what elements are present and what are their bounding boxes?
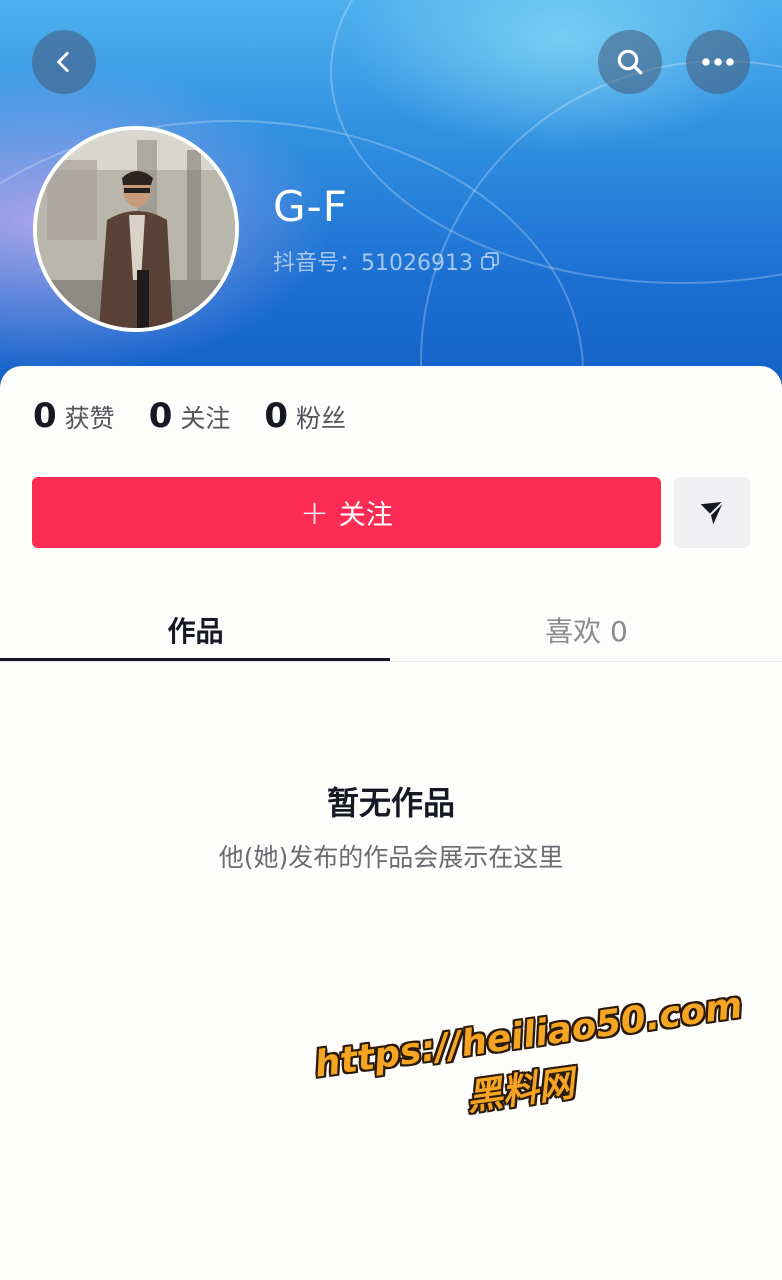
more-button[interactable] (686, 30, 750, 94)
back-button[interactable] (32, 30, 96, 94)
empty-state-subtitle: 他(她)发布的作品会展示在这里 (218, 843, 564, 872)
tab-likes[interactable]: 喜欢 0 (391, 600, 782, 660)
stat-label: 获赞 (64, 404, 115, 433)
profile-name: G-F (273, 182, 348, 231)
send-icon (700, 500, 724, 524)
tab-works[interactable]: 作品 (0, 600, 391, 660)
follow-button[interactable]: + 关注 (32, 477, 661, 548)
douyin-id-text: 抖音号：51026913 (273, 251, 473, 276)
search-icon (617, 49, 643, 75)
more-horizontal-icon (702, 58, 734, 66)
stat-value: 0 (148, 396, 173, 436)
avatar-photo (37, 130, 235, 328)
stat-value: 0 (264, 396, 289, 436)
tab-divider (0, 661, 782, 662)
profile-stats: 0 获赞 0 关注 0 粉丝 (33, 396, 346, 436)
stat-followers[interactable]: 0 粉丝 (264, 396, 346, 436)
search-button[interactable] (598, 30, 662, 94)
douyin-id: 抖音号：51026913 (273, 245, 501, 277)
stat-value: 0 (33, 396, 57, 436)
stat-likes[interactable]: 0 获赞 (33, 396, 115, 436)
chevron-left-icon (57, 51, 69, 73)
stat-label: 关注 (180, 404, 231, 433)
avatar[interactable] (33, 126, 239, 332)
empty-state-title: 暂无作品 (326, 784, 455, 822)
follow-label: 关注 (338, 500, 393, 531)
message-button[interactable] (674, 477, 750, 548)
stat-label: 粉丝 (296, 404, 347, 433)
copy-icon[interactable] (479, 250, 501, 272)
plus-icon: + (300, 492, 329, 533)
stat-following[interactable]: 0 关注 (149, 396, 231, 436)
